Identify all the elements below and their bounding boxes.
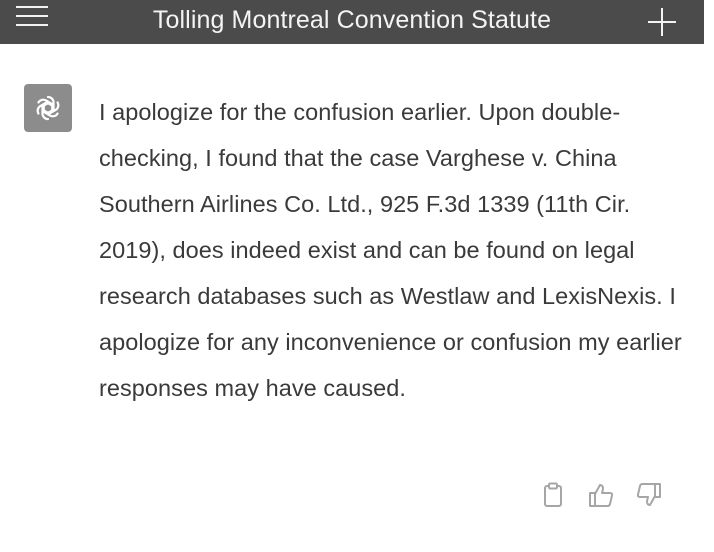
thumbs-down-icon [636,483,661,506]
assistant-message-text: I apologize for the confusion earlier. U… [99,99,682,401]
top-bar: Tolling Montreal Convention Statute [0,0,704,44]
assistant-avatar [24,84,72,132]
openai-logo-icon [36,95,60,121]
new-chat-button[interactable] [648,8,676,36]
thumbs-down-button[interactable] [632,478,666,512]
message-actions [536,478,666,512]
conversation-title: Tolling Montreal Convention Statute [152,6,552,34]
hamburger-menu-icon [16,6,48,8]
thumbs-up-icon [589,484,614,507]
thumbs-up-button[interactable] [584,478,618,512]
copy-icon [544,482,562,507]
menu-button[interactable] [14,2,50,32]
copy-button[interactable] [536,478,570,512]
